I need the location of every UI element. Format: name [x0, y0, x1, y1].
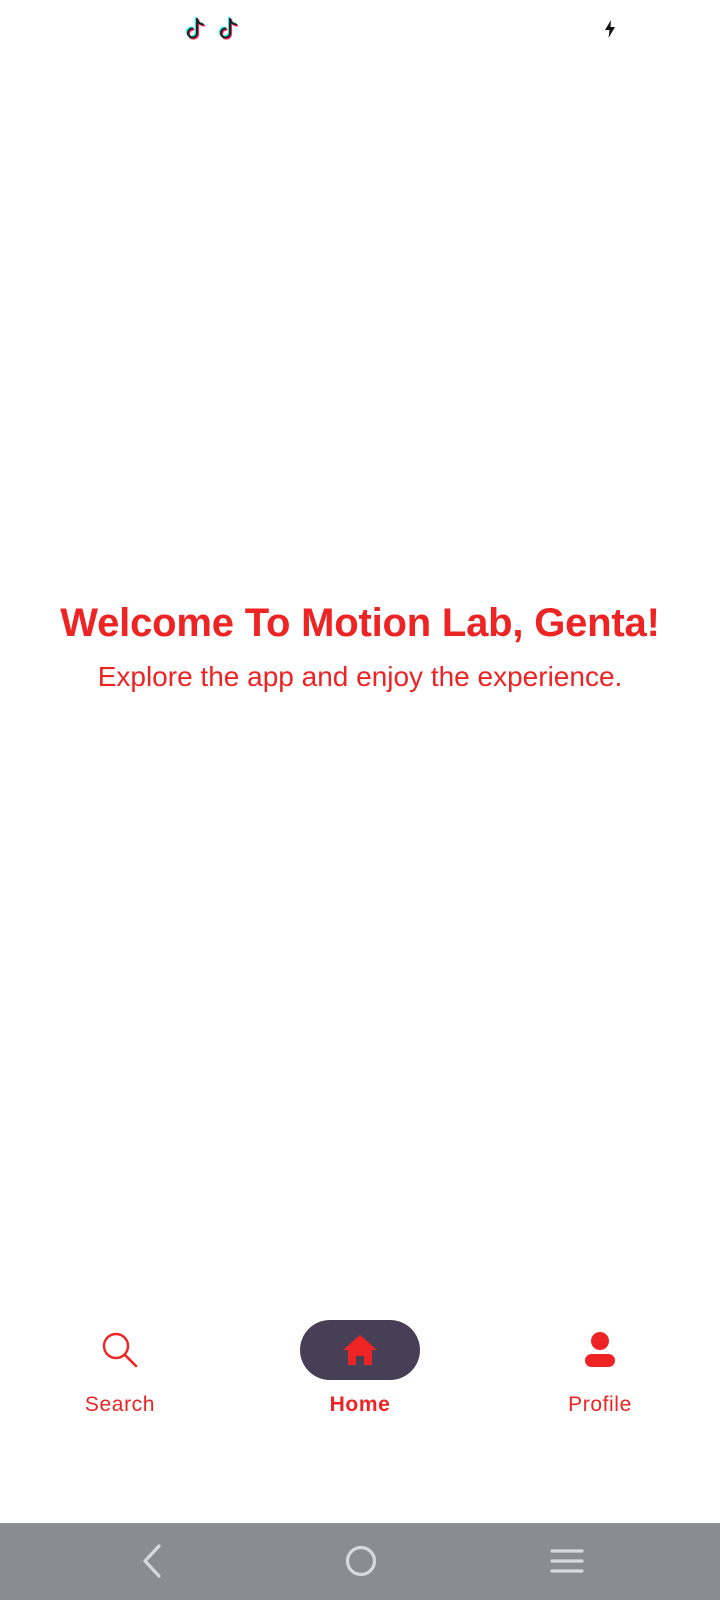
nav-item-profile[interactable]: Profile: [480, 1300, 720, 1430]
welcome-section: Welcome To Motion Lab, Genta! Explore th…: [0, 595, 720, 697]
welcome-title: Welcome To Motion Lab, Genta!: [60, 601, 660, 645]
nav-item-search[interactable]: Search: [0, 1300, 240, 1430]
system-home-button[interactable]: [337, 1539, 385, 1583]
nav-label-home: Home: [329, 1393, 391, 1416]
system-recents-button[interactable]: [543, 1539, 591, 1583]
home-circle-icon: [345, 1545, 377, 1577]
nav-item-home[interactable]: Home: [240, 1300, 480, 1430]
system-back-button[interactable]: [128, 1539, 176, 1583]
charging-bolt-icon: [605, 20, 615, 38]
nav-icon-wrap: [540, 1320, 660, 1380]
recents-icon: [550, 1549, 584, 1573]
nav-label-search: Search: [84, 1393, 156, 1416]
nav-active-pill: [300, 1320, 420, 1380]
nav-label-profile: Profile: [568, 1393, 632, 1416]
profile-icon: [585, 1332, 615, 1367]
system-nav-bar: [0, 1523, 720, 1600]
welcome-subtitle: Explore the app and enjoy the experience…: [97, 661, 623, 692]
home-icon: [343, 1335, 377, 1365]
tiktok-icon: [185, 16, 206, 40]
nav-icon-wrap: [60, 1320, 180, 1380]
back-icon: [143, 1544, 161, 1578]
tiktok-icon: [218, 16, 239, 40]
search-icon: [102, 1332, 138, 1368]
status-bar: [0, 0, 720, 60]
bottom-nav: Search Home Profile: [0, 1300, 720, 1430]
